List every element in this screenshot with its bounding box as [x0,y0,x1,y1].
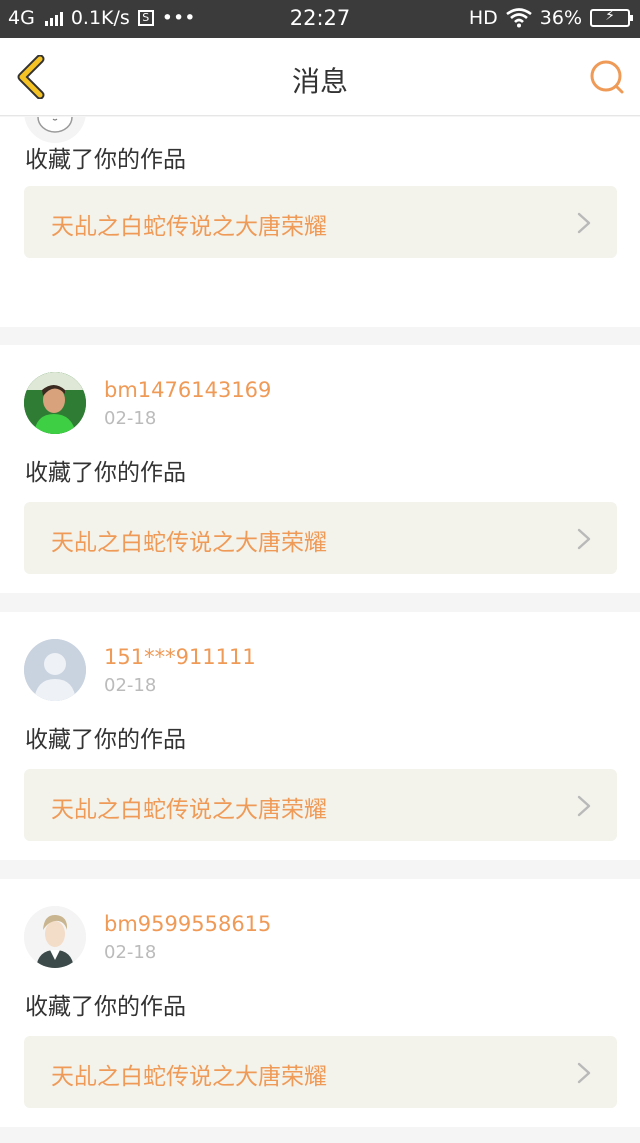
work-title: 天乩之白蛇传说之大唐荣耀 [51,214,327,240]
message-date: 02-18 [104,408,157,429]
boy-photo-avatar[interactable] [24,372,86,434]
battery-charging-icon: ⚡ [590,8,633,27]
battery-percent: 36% [539,7,582,29]
message-date: 02-18 [104,942,157,963]
message-card: 151***911111 02-18 收藏了你的作品 天乩之白蛇传说之大唐荣耀 [0,612,640,860]
message-card: bm9869275827 02-18 收藏了你的作品 天乩之白蛇传说之大唐荣耀 [0,117,640,327]
default-user-avatar[interactable] [24,639,86,701]
chevron-right-icon [577,212,591,234]
anime-boy-avatar[interactable] [24,906,86,968]
user-name[interactable]: 151***911111 [104,645,256,669]
chevron-right-icon [577,795,591,817]
work-link[interactable]: 天乩之白蛇传说之大唐荣耀 [24,1036,617,1108]
action-text: 收藏了你的作品 [25,147,186,173]
chevron-right-icon [577,1062,591,1084]
status-right: HD 36% ⚡ [468,7,633,29]
action-text: 收藏了你的作品 [25,460,186,486]
default-user-icon [24,639,86,701]
message-date: 02-18 [104,675,157,696]
user-name[interactable]: bm1476143169 [104,378,271,402]
chevron-right-icon [577,528,591,550]
work-title: 天乩之白蛇传说之大唐荣耀 [51,530,327,556]
work-link[interactable]: 天乩之白蛇传说之大唐荣耀 [24,769,617,841]
work-link[interactable]: 天乩之白蛇传说之大唐荣耀 [24,186,617,258]
hd-indicator: HD [468,7,498,29]
page-title: 消息 [291,65,348,98]
boy-photo-icon [24,372,86,434]
work-link[interactable]: 天乩之白蛇传说之大唐荣耀 [24,502,617,574]
anime-boy-icon [24,906,86,968]
action-text: 收藏了你的作品 [25,994,186,1020]
work-title: 天乩之白蛇传说之大唐荣耀 [51,1064,327,1090]
message-card: bm1476143169 02-18 收藏了你的作品 天乩之白蛇传说之大唐荣耀 [0,345,640,593]
user-name[interactable]: bm9599558615 [104,912,271,936]
app-header: 消息 [0,38,640,116]
wifi-icon [505,8,532,28]
work-title: 天乩之白蛇传说之大唐荣耀 [51,797,327,823]
message-list[interactable]: bm9869275827 02-18 收藏了你的作品 天乩之白蛇传说之大唐荣耀 … [0,117,640,1143]
message-card: bm9599558615 02-18 收藏了你的作品 天乩之白蛇传说之大唐荣耀 [0,879,640,1127]
action-text: 收藏了你的作品 [25,727,186,753]
search-icon[interactable] [588,58,626,96]
status-bar: 4G 0.1K/s S ••• 22:27 HD 36% ⚡ [0,0,640,38]
